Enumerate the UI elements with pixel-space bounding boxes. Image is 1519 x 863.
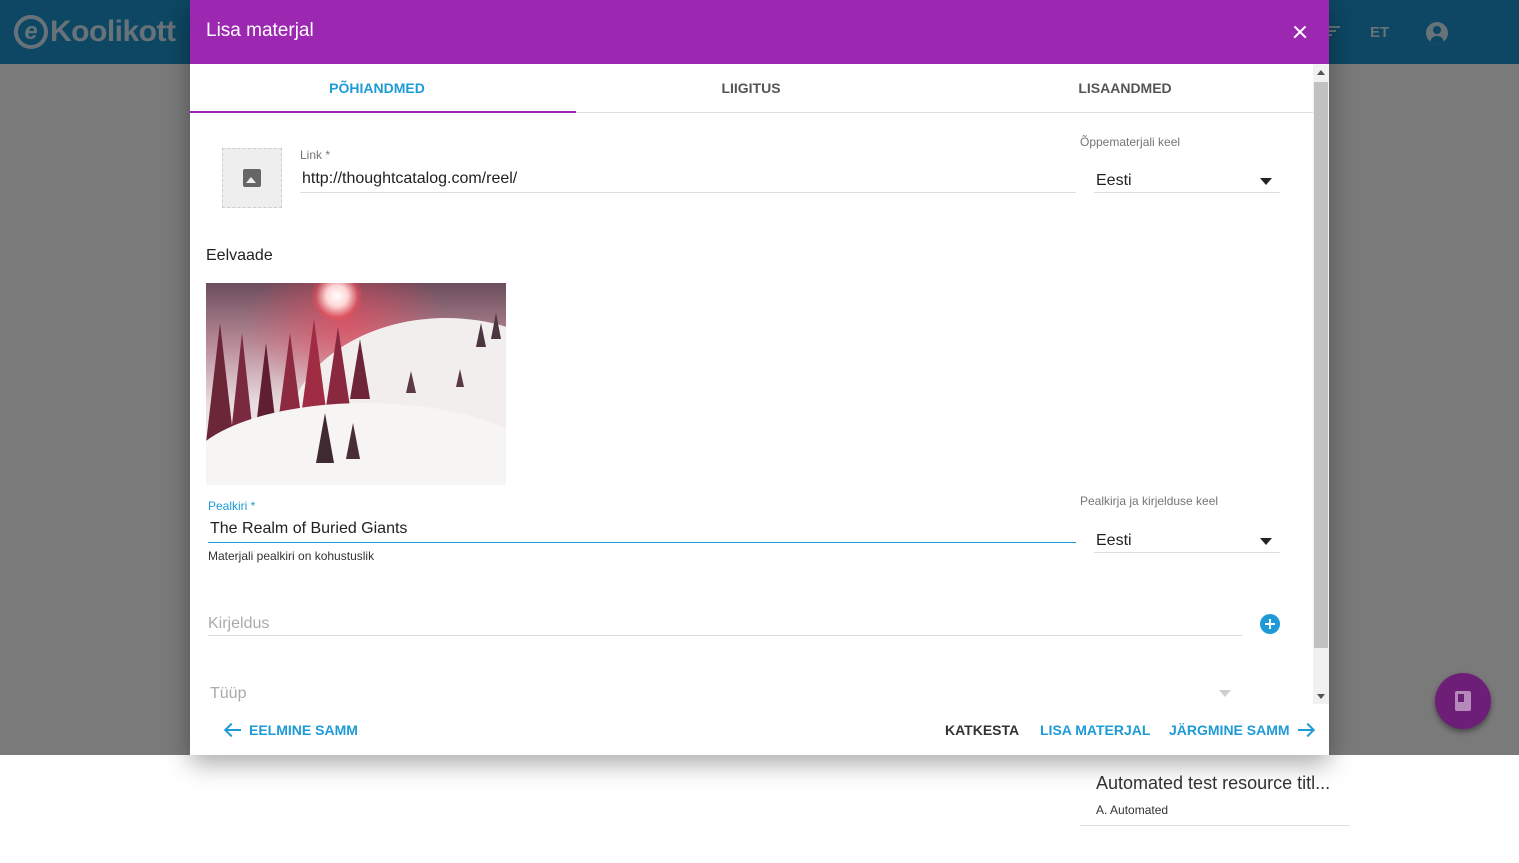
link-label: Link *: [300, 148, 331, 162]
resource-card-title: Automated test resource titl...: [1096, 773, 1331, 793]
scroll-thumb[interactable]: [1314, 82, 1328, 648]
add-circle-icon[interactable]: [1260, 614, 1280, 634]
dialog-title-bar: Lisa materjal: [190, 0, 1329, 64]
preview-image: [206, 283, 506, 485]
image-icon: [243, 169, 261, 187]
material-language-select[interactable]: Eesti: [1096, 172, 1132, 190]
title-hint: Materjali pealkiri on kohustuslik: [208, 549, 375, 563]
preview-heading: Eelvaade: [206, 247, 273, 264]
cancel-button[interactable]: KATKESTA: [945, 720, 1019, 740]
tab-additional-data[interactable]: LISAANDMED: [938, 64, 1312, 112]
dialog-tabs: PÕHIANDMED LIIGITUS LISAANDMED: [190, 64, 1313, 113]
dialog-scrollbar[interactable]: [1313, 64, 1329, 704]
book-icon: [1455, 691, 1471, 711]
add-material-button[interactable]: LISA MATERJAL: [1040, 720, 1150, 740]
title-label: Pealkiri *: [208, 499, 256, 513]
title-language-select[interactable]: Eesti: [1096, 532, 1132, 550]
type-select[interactable]: Tüüp: [210, 685, 246, 703]
next-step-label: JÄRGMINE SAMM: [1169, 722, 1290, 738]
description-input[interactable]: Kirjeldus: [208, 615, 269, 633]
previous-step-button[interactable]: EELMINE SAMM: [224, 720, 358, 740]
next-step-button[interactable]: JÄRGMINE SAMM: [1169, 720, 1315, 740]
add-material-dialog: Lisa materjal PÕHIANDMED LIIGITUS LISAAN…: [190, 0, 1329, 755]
thumbnail-upload[interactable]: [222, 148, 282, 208]
scroll-down-arrow[interactable]: [1313, 688, 1329, 704]
tab-classification[interactable]: LIIGITUS: [564, 64, 938, 112]
add-material-label: LISA MATERJAL: [1040, 722, 1151, 738]
tab-basic-data[interactable]: PÕHIANDMED: [190, 64, 576, 113]
cancel-label: KATKESTA: [945, 722, 1020, 738]
resource-card[interactable]: Automated test resource titl... A. Autom…: [1080, 760, 1350, 826]
page: e Koolikott ET Automated test resource t…: [0, 0, 1519, 863]
arrow-right-icon: [1297, 723, 1315, 737]
chevron-down-icon[interactable]: [1260, 178, 1272, 185]
resource-card-author: A. Automated: [1096, 803, 1169, 817]
link-input[interactable]: http://thoughtcatalog.com/reel/: [302, 170, 1072, 188]
chevron-down-icon[interactable]: [1219, 690, 1231, 697]
title-underline: [208, 542, 1076, 543]
material-language-label: Õppematerjali keel: [1080, 135, 1181, 149]
scroll-up-arrow[interactable]: [1313, 64, 1329, 80]
dialog-title: Lisa materjal: [206, 20, 314, 41]
title-language-underline: [1094, 552, 1280, 553]
previous-step-label: EELMINE SAMM: [249, 722, 358, 738]
arrow-left-icon: [224, 723, 242, 737]
chevron-down-icon[interactable]: [1260, 538, 1272, 545]
material-language-underline: [1094, 192, 1280, 193]
close-icon[interactable]: [1284, 16, 1316, 48]
description-underline: [208, 635, 1242, 636]
title-input[interactable]: The Realm of Buried Giants: [210, 520, 407, 538]
title-language-label: Pealkirja ja kirjelduse keel: [1080, 494, 1219, 508]
link-underline: [300, 192, 1076, 193]
add-material-fab[interactable]: [1435, 673, 1491, 729]
